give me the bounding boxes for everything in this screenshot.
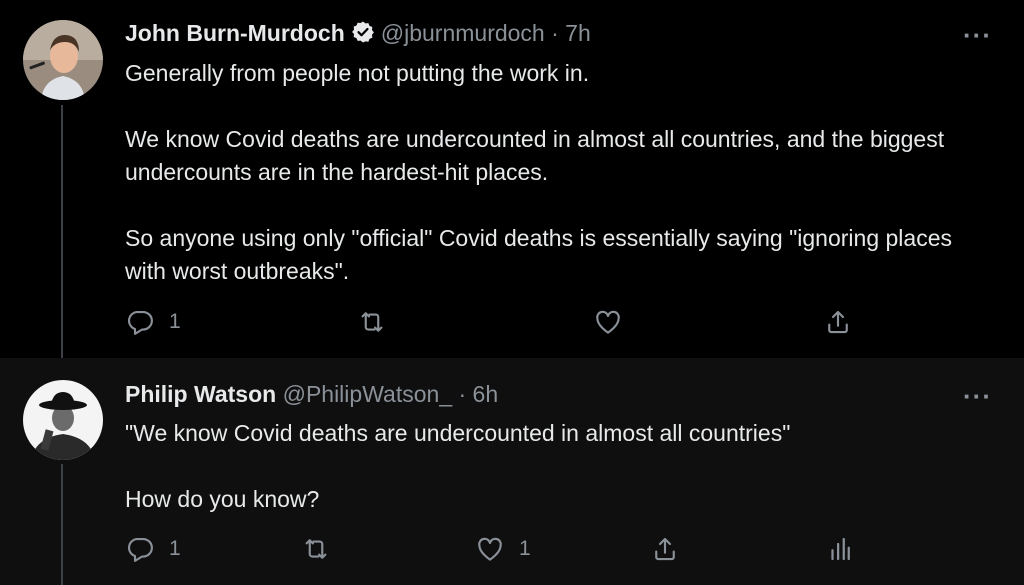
avatar-john-burn-murdoch[interactable] (23, 20, 103, 100)
tweet-timestamp[interactable]: · 7h (551, 20, 591, 46)
tweet-paragraph: "We know Covid deaths are undercounted i… (125, 420, 791, 446)
share-icon (650, 534, 680, 564)
more-options-icon[interactable]: ··· (963, 22, 992, 48)
analytics-icon (825, 534, 855, 564)
author-handle[interactable]: @jburnmurdoch (381, 20, 545, 46)
analytics-button[interactable] (825, 534, 855, 564)
tweet-body: "We know Covid deaths are undercounted i… (125, 417, 995, 516)
reply-button[interactable]: 1 (125, 307, 181, 337)
reply-icon (125, 534, 155, 564)
thread-line (61, 464, 63, 585)
author-handle[interactable]: @PhilipWatson_ (283, 381, 453, 407)
tweet-philipwatson[interactable]: Philip Watson @PhilipWatson_ · 6h ··· "W… (0, 358, 1024, 585)
heart-icon (475, 534, 505, 564)
retweet-button[interactable] (301, 534, 345, 564)
reply-icon (125, 307, 155, 337)
share-button[interactable] (823, 307, 853, 337)
verified-badge-icon (351, 20, 375, 50)
share-icon (823, 307, 853, 337)
like-button[interactable] (593, 307, 637, 337)
tweet-jburnmurdoch[interactable]: John Burn-Murdoch @jburnmurdoch · 7h ··· … (0, 0, 1024, 358)
avatar-philip-watson[interactable] (23, 380, 103, 460)
reply-count: 1 (169, 537, 181, 560)
reply-count: 1 (169, 310, 181, 333)
tweet-paragraph: How do you know? (125, 486, 320, 512)
author-name[interactable]: John Burn-Murdoch (125, 20, 345, 46)
tweet-actions: 1 1 (125, 534, 905, 564)
tweet-paragraph: We know Covid deaths are undercounted in… (125, 126, 945, 185)
retweet-icon (301, 534, 331, 564)
retweet-icon (357, 307, 387, 337)
reply-button[interactable]: 1 (125, 534, 181, 564)
tweet-paragraph: So anyone using only "official" Covid de… (125, 225, 952, 284)
tweet-actions: 1 (125, 307, 905, 337)
tweet-body: Generally from people not putting the wo… (125, 57, 995, 288)
author-name[interactable]: Philip Watson (125, 381, 276, 407)
thread-line (61, 105, 63, 358)
like-button[interactable]: 1 (475, 534, 531, 564)
heart-icon (593, 307, 623, 337)
tweet-timestamp[interactable]: · 6h (459, 381, 499, 407)
like-count: 1 (519, 537, 531, 560)
more-options-icon[interactable]: ··· (963, 383, 992, 409)
share-button[interactable] (650, 534, 680, 564)
retweet-button[interactable] (357, 307, 401, 337)
tweet-paragraph: Generally from people not putting the wo… (125, 60, 590, 86)
